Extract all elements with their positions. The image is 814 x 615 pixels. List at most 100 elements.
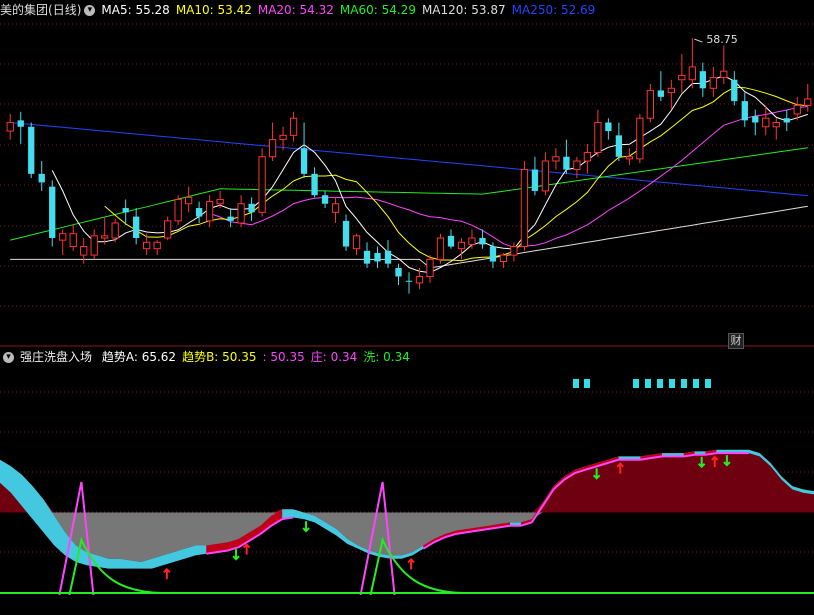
candle-body [688,66,696,81]
candle-body [184,196,193,205]
signal-marker [584,379,590,388]
candle-body [772,122,780,128]
candle-body [111,222,119,239]
ma5-line [51,75,808,274]
candle-body [720,70,728,79]
candle-body [321,195,329,204]
candle-body [447,235,455,247]
indicator-values: 趋势A: 65.62 趋势B: 50.35 : 50.35 庄: 0.34 洗: 0.3… [102,350,416,364]
signal-marker [645,379,651,388]
candle-body [699,71,706,89]
candle-body [804,98,812,106]
candle-body [415,275,424,284]
signal-marker [681,379,687,388]
candle-body [405,280,413,282]
candle-body [520,169,529,248]
candle-body [636,117,644,160]
candle-body [793,104,801,115]
candle-body [289,117,298,136]
buy-arrow-icon [407,557,415,570]
candle-body [28,126,35,174]
signal-marker [693,379,699,388]
candle-body [709,77,717,89]
candle-body [657,90,664,97]
candle-body [237,203,245,224]
candle-body [489,246,497,262]
candle-body [646,89,654,119]
candle-body [573,160,581,171]
candle-body [279,134,287,141]
candle-body [615,135,623,157]
candle-body [6,122,14,132]
candle-body [436,237,445,260]
signal-marker [633,379,639,388]
candle-body [741,101,748,121]
buy-arrow-icon [163,567,171,580]
candle-body [69,233,77,248]
signal-marker [705,379,711,388]
candle-body [258,156,266,213]
candle-body [205,201,214,222]
signal-marker [657,379,663,388]
candle-body [101,235,109,239]
candle-body [164,220,172,239]
indicator-value-label: 庄: 0.34 [310,350,358,364]
candle-body [783,118,790,123]
candle-body [752,116,759,123]
candle-body [468,237,476,245]
candle-body [384,250,392,264]
candle-body [352,235,361,250]
sell-arrow-icon [232,549,240,561]
candle-body [49,186,56,238]
candle-body [510,246,518,256]
candle-body [227,216,234,221]
candle-body [143,241,151,250]
candle-body [583,151,592,162]
trend-area-fill [0,449,814,513]
candle-body [195,208,203,217]
candle-body [541,160,550,192]
candle-body [216,198,224,205]
candle-body [395,267,402,277]
peak-pointer [694,38,703,43]
candle-body [762,117,770,128]
ma120-line [10,205,808,269]
indicator-value-label: 趋势A: 65.62 [101,350,177,364]
peak-price-label: 58.75 [706,33,738,46]
signal-marker [573,379,579,388]
candle-body [80,246,88,256]
sell-arrow-icon [302,521,310,533]
ma10-line [104,86,808,262]
candle-body [174,198,182,222]
candle-body [153,241,161,250]
candle-body [331,203,340,213]
candle-body [59,233,67,241]
indicator-value-label: 趋势B: 50.35 [182,350,257,364]
candle-body [300,148,308,174]
indicator-value-label: 洗: 0.34 [363,350,410,364]
indicator-value-label: : 50.35 [262,350,305,364]
candle-body [122,208,129,213]
buy-arrow-icon [242,543,251,555]
candle-body [17,120,24,127]
candle-body [363,250,371,264]
stock-chart-canvas[interactable]: 58.75 [0,0,814,615]
candle-body [667,87,675,94]
candle-body [625,156,634,160]
candle-body [268,139,277,158]
candle-body [342,220,350,247]
candle-body [38,173,45,183]
candle-body [531,169,539,191]
signal-marker [669,379,675,388]
candle-body [731,79,738,102]
indicator-settings-toggle-icon[interactable]: ▾ [3,352,14,363]
candle-body [133,216,140,238]
candle-body [90,235,98,256]
candle-body [552,156,560,162]
candle-body [605,122,612,132]
indicator-header: ▾ 强庄洗盘入场 趋势A: 65.62 趋势B: 50.35: 50.35 庄: 0.… [0,347,422,367]
candle-body [457,241,466,250]
candle-body [499,254,508,263]
candle-body [563,156,570,170]
financial-info-button[interactable]: 财 [728,333,744,349]
